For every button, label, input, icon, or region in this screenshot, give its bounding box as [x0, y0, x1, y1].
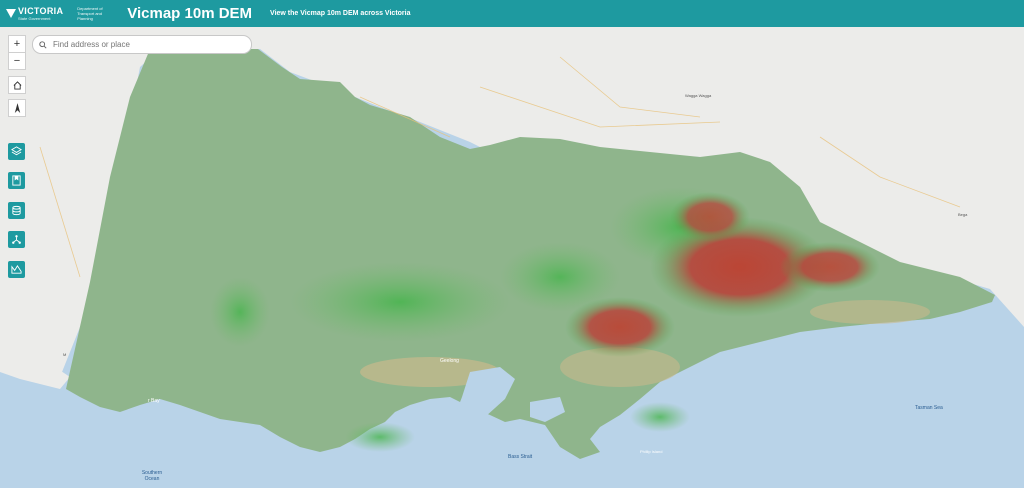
bookmark-button[interactable]: [8, 172, 25, 189]
label-geelong: Geelong: [440, 358, 459, 364]
app-title: Vicmap 10m DEM: [127, 5, 253, 22]
triangle-logo-icon: [6, 8, 16, 18]
compass-button[interactable]: [8, 99, 26, 117]
search-icon[interactable]: [39, 40, 47, 49]
label-wagga-wagga: Wagga Wagga: [685, 93, 712, 98]
label-bass-strait: Bass Strait: [508, 454, 533, 460]
victoria-logo[interactable]: VICTORIA State Government: [6, 0, 63, 27]
logo-text: VICTORIA: [18, 5, 64, 16]
home-icon: [13, 80, 21, 90]
home-button[interactable]: [8, 76, 26, 94]
label-m: M: [63, 352, 67, 357]
department-name: Department of Transport and Planning: [77, 6, 103, 21]
search-input[interactable]: [51, 39, 245, 50]
label-southern-ocean: Southern Ocean: [141, 470, 163, 482]
app-subtitle: View the Vicmap 10m DEM across Victoria: [270, 10, 411, 17]
app-header: VICTORIA State Government Department of …: [0, 0, 1024, 27]
map-canvas[interactable]: [0, 27, 1024, 488]
search-box: [32, 35, 252, 54]
elevation-profile-button[interactable]: [8, 261, 25, 278]
label-bega: Bega: [958, 212, 968, 217]
zoom-in-button[interactable]: +: [8, 35, 26, 53]
layers-button[interactable]: [8, 143, 25, 160]
label-phillip-island: Phillip Island: [640, 449, 663, 454]
share-icon: [12, 235, 21, 244]
compass-icon: [14, 102, 20, 113]
bookmark-icon: [12, 175, 21, 186]
zoom-out-button[interactable]: −: [8, 52, 26, 70]
share-button[interactable]: [8, 231, 25, 248]
layers-icon: [11, 146, 22, 156]
basemap-icon: [12, 205, 21, 216]
label-tasman-sea: Tasman Sea: [915, 405, 943, 411]
elevation-profile-icon: [11, 264, 22, 274]
basemap-button[interactable]: [8, 202, 25, 219]
label-portland-bay: r Bay: [148, 398, 160, 404]
logo-subtext: State Government: [18, 15, 51, 21]
